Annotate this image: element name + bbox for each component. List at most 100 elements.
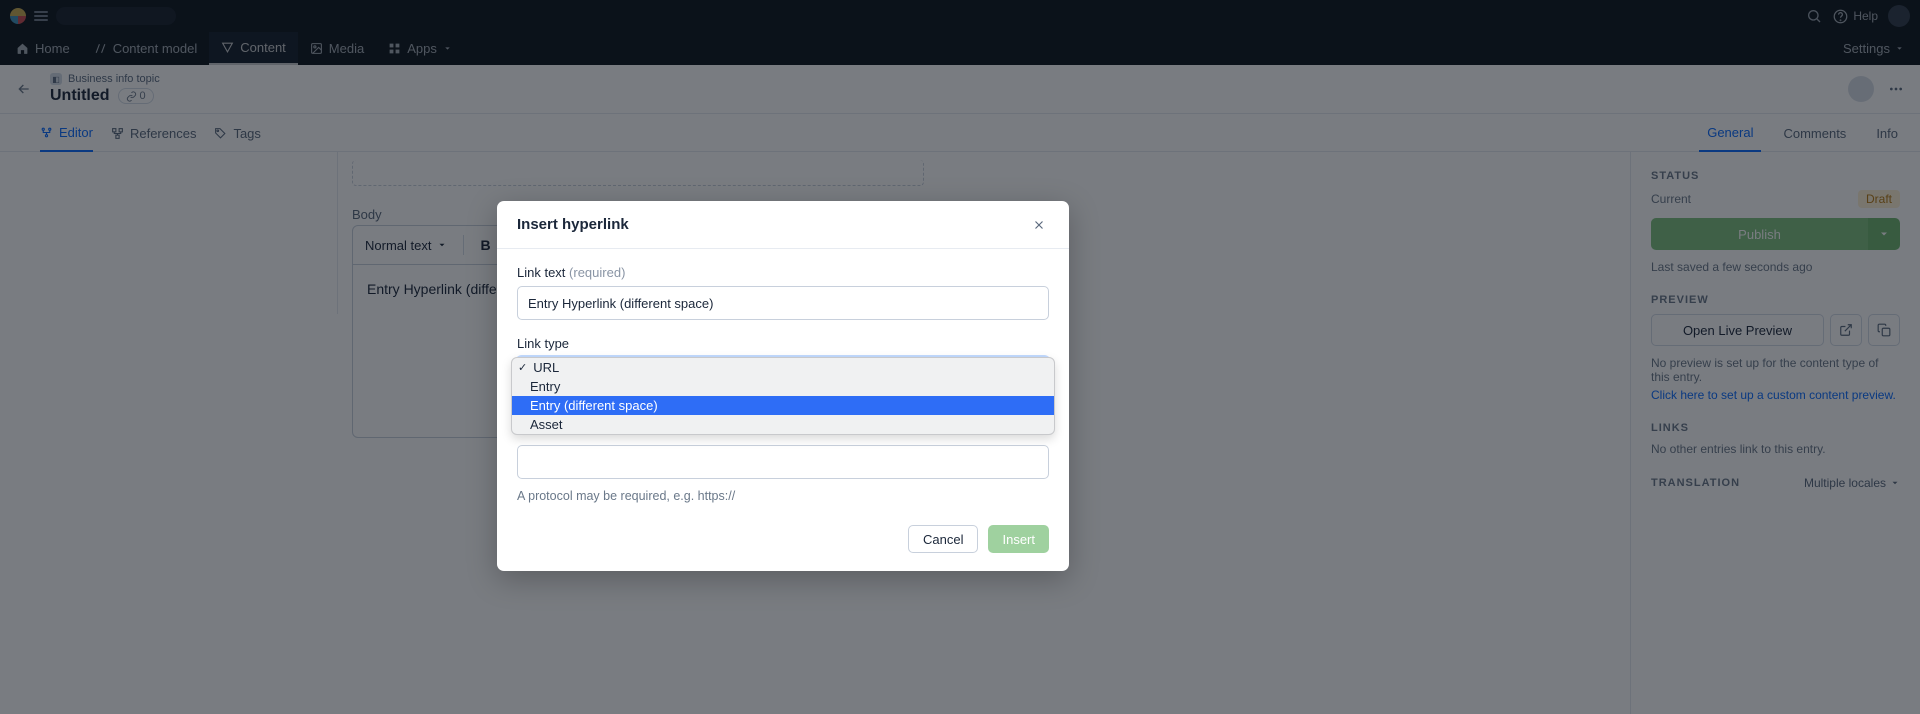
option-entry-label: Entry: [530, 379, 560, 394]
chevron-down-icon: [1890, 478, 1900, 488]
tab-tags[interactable]: Tags: [214, 114, 260, 152]
editor-icon: [40, 126, 53, 139]
tab-comments-label: Comments: [1783, 126, 1846, 141]
app-logo[interactable]: [10, 8, 26, 24]
option-entry-different-space[interactable]: Entry (different space): [512, 396, 1054, 415]
tab-references-label: References: [130, 126, 196, 141]
nav-content[interactable]: Content: [209, 32, 298, 65]
option-url[interactable]: ✓ URL: [512, 358, 1054, 377]
publish-dropdown[interactable]: [1868, 218, 1900, 250]
prev-field-placeholder: [352, 160, 924, 186]
nav-media[interactable]: Media: [298, 32, 376, 65]
nav-settings-label: Settings: [1843, 41, 1890, 56]
chevron-down-icon: [443, 44, 452, 53]
main-nav: Home Content model Content Media Apps Se…: [0, 32, 1920, 65]
status-section-label: STATUS: [1651, 170, 1900, 182]
protocol-hint: A protocol may be required, e.g. https:/…: [517, 489, 1049, 503]
link-icon: [126, 91, 137, 102]
content-type-icon: ◧: [50, 73, 62, 85]
links-section-label: LINKS: [1651, 422, 1900, 434]
page-title: Untitled: [50, 87, 110, 105]
nav-content-model-label: Content model: [113, 41, 198, 56]
option-url-label: URL: [533, 360, 559, 375]
entry-header: ◧ Business info topic Untitled 0: [0, 65, 1920, 114]
nav-content-model[interactable]: Content model: [82, 32, 210, 65]
search-icon[interactable]: [1805, 7, 1823, 25]
nav-apps-label: Apps: [407, 41, 437, 56]
tag-icon: [214, 127, 227, 140]
link-type-label: Link type: [517, 336, 1049, 351]
required-label: (required): [569, 265, 625, 280]
option-entry-diff-label: Entry (different space): [530, 398, 658, 413]
link-text-label: Link text (required): [517, 265, 1049, 280]
topbar: Help: [0, 0, 1920, 32]
preview-section-label: PREVIEW: [1651, 294, 1900, 306]
heading-select[interactable]: Normal text: [365, 238, 447, 253]
heading-select-label: Normal text: [365, 238, 431, 253]
help-button[interactable]: Help: [1833, 9, 1878, 24]
hamburger-icon[interactable]: [34, 11, 48, 21]
tab-editor[interactable]: Editor: [40, 114, 93, 152]
back-button[interactable]: [12, 77, 36, 101]
modal-title: Insert hyperlink: [517, 216, 629, 233]
tab-general-label: General: [1707, 125, 1753, 140]
space-selector[interactable]: [56, 7, 176, 25]
setup-preview-link[interactable]: Click here to set up a custom content pr…: [1651, 388, 1900, 402]
chevron-down-icon: [1878, 228, 1890, 240]
more-button[interactable]: [1884, 77, 1908, 101]
option-asset[interactable]: Asset: [512, 415, 1054, 434]
close-icon: [1032, 218, 1046, 232]
nav-settings[interactable]: Settings: [1843, 41, 1916, 56]
status-current-label: Current: [1651, 192, 1691, 206]
nav-media-label: Media: [329, 41, 364, 56]
locales-label: Multiple locales: [1804, 476, 1886, 490]
option-asset-label: Asset: [530, 417, 563, 432]
tab-editor-label: Editor: [59, 125, 93, 140]
entry-sidebar: STATUS Current Draft Publish Last saved …: [1630, 152, 1920, 714]
tab-general[interactable]: General: [1699, 114, 1761, 152]
status-badge: Draft: [1858, 190, 1900, 208]
nav-home[interactable]: Home: [4, 32, 82, 65]
translation-section-label: TRANSLATION: [1651, 477, 1740, 489]
link-text-input[interactable]: [517, 286, 1049, 320]
copy-button[interactable]: [1868, 314, 1900, 346]
nav-content-label: Content: [240, 40, 286, 55]
tab-info-label: Info: [1876, 126, 1898, 141]
help-label: Help: [1853, 9, 1878, 23]
chevron-down-icon: [1895, 44, 1904, 53]
external-link-button[interactable]: [1830, 314, 1862, 346]
breadcrumb: Business info topic: [68, 73, 160, 85]
chevron-down-icon: [437, 240, 447, 250]
locales-dropdown[interactable]: Multiple locales: [1804, 476, 1900, 490]
tabs-row: Editor References Tags General Comments …: [0, 114, 1920, 152]
link-target-input[interactable]: [517, 445, 1049, 479]
link-count-chip[interactable]: 0: [118, 88, 154, 104]
close-button[interactable]: [1029, 215, 1049, 235]
tab-tags-label: Tags: [233, 126, 260, 141]
last-saved-text: Last saved a few seconds ago: [1651, 260, 1900, 274]
check-icon: ✓: [518, 361, 527, 374]
insert-hyperlink-modal: Insert hyperlink Link text (required) Li…: [497, 201, 1069, 571]
body-field-label: Body: [352, 207, 382, 222]
collaborator-avatar[interactable]: [1848, 76, 1874, 102]
bold-button[interactable]: B: [480, 237, 490, 253]
open-preview-button[interactable]: Open Live Preview: [1651, 314, 1824, 346]
link-type-dropdown: ✓ URL Entry Entry (different space) Asse…: [511, 357, 1055, 435]
references-icon: [111, 127, 124, 140]
toolbar-separator: [463, 235, 464, 255]
avatar[interactable]: [1888, 5, 1910, 27]
field-divider: [337, 152, 338, 314]
nav-home-label: Home: [35, 41, 70, 56]
no-preview-text: No preview is set up for the content typ…: [1651, 356, 1900, 384]
cancel-button[interactable]: Cancel: [908, 525, 978, 553]
publish-button[interactable]: Publish: [1651, 218, 1868, 250]
tab-references[interactable]: References: [111, 114, 196, 152]
tab-info[interactable]: Info: [1868, 114, 1906, 152]
link-text-label-text: Link text: [517, 265, 565, 280]
link-count: 0: [140, 90, 146, 102]
nav-apps[interactable]: Apps: [376, 32, 464, 65]
tab-comments[interactable]: Comments: [1775, 114, 1854, 152]
insert-button[interactable]: Insert: [988, 525, 1049, 553]
option-entry[interactable]: Entry: [512, 377, 1054, 396]
no-links-text: No other entries link to this entry.: [1651, 442, 1900, 456]
